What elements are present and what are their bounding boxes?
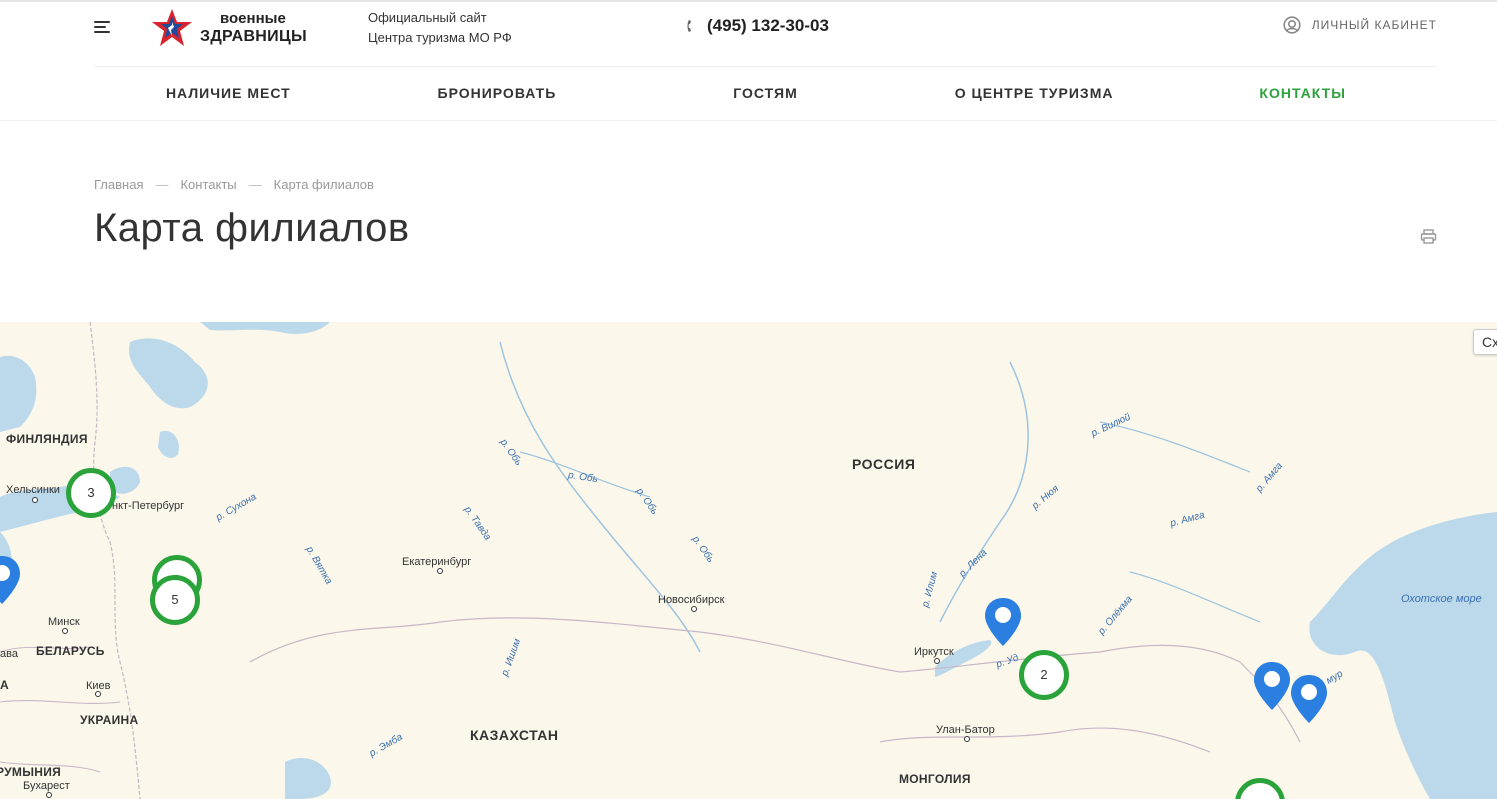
label-romania: РУМЫНИЯ bbox=[0, 765, 62, 779]
label-bucharest: Бухарест bbox=[23, 780, 70, 792]
nav-bottom-border bbox=[0, 120, 1497, 121]
map-cluster-marker[interactable]: 3 bbox=[66, 468, 116, 518]
phone-icon bbox=[687, 20, 691, 32]
city-dot-irkutsk bbox=[934, 658, 940, 664]
personal-account-link[interactable]: ЛИЧНЫЙ КАБИНЕТ bbox=[1283, 16, 1437, 34]
logo-line-2: ЗДРАВНИЦЫ bbox=[200, 28, 307, 45]
site-subtitle: Официальный сайт Центра туризма МО РФ bbox=[368, 8, 512, 48]
page-title: Карта филиалов bbox=[94, 206, 410, 250]
label-mongolia: МОНГОЛИЯ bbox=[899, 772, 971, 786]
nav-item-about[interactable]: О ЦЕНТРЕ ТУРИЗМА bbox=[900, 67, 1169, 120]
label-spb: нкт-Петербург bbox=[112, 500, 185, 512]
map-layer-scheme-button[interactable]: Сх bbox=[1473, 329, 1497, 355]
label-kiev: Киев bbox=[86, 680, 111, 692]
nav-item-booking[interactable]: БРОНИРОВАТЬ bbox=[363, 67, 632, 120]
city-dot-novosibirsk bbox=[691, 606, 697, 612]
subtitle-line-2: Центра туризма МО РФ bbox=[368, 30, 512, 45]
city-dot-helsinki bbox=[32, 497, 38, 503]
map-pin-icon[interactable] bbox=[983, 596, 1023, 648]
site-logo[interactable]: военные ЗДРАВНИЦЫ bbox=[150, 8, 307, 48]
city-dot-ulanbator bbox=[964, 736, 970, 742]
breadcrumb-home[interactable]: Главная bbox=[94, 177, 143, 192]
branches-map[interactable]: ФИНЛЯНДИЯ Хельсинки нкт-Петербург РОССИЯ… bbox=[0, 322, 1497, 799]
phone-number: (495) 132-30-03 bbox=[707, 16, 829, 35]
map-pin-icon[interactable] bbox=[0, 554, 22, 606]
breadcrumb-current: Карта филиалов bbox=[273, 177, 374, 192]
map-cluster-marker[interactable]: 5 bbox=[150, 575, 200, 625]
label-irkutsk: Иркутск bbox=[914, 646, 954, 658]
label-ekaterinburg: Екатеринбург bbox=[402, 556, 472, 568]
logo-line-1: военные bbox=[220, 10, 286, 27]
breadcrumb-separator: — bbox=[248, 177, 262, 192]
red-star-logo-icon bbox=[152, 9, 192, 46]
map-pin-icon[interactable] bbox=[1252, 660, 1292, 712]
label-novosibirsk: Новосибирск bbox=[658, 594, 725, 606]
logo-text: военные ЗДРАВНИЦЫ bbox=[200, 10, 307, 46]
personal-account-label: ЛИЧНЫЙ КАБИНЕТ bbox=[1311, 18, 1437, 32]
user-circle-icon bbox=[1283, 16, 1301, 34]
city-dot-minsk bbox=[62, 628, 68, 634]
map-cluster-marker[interactable]: 2 bbox=[1019, 650, 1069, 700]
breadcrumb-separator: — bbox=[155, 177, 169, 192]
label-helsinki: Хельсинки bbox=[6, 484, 60, 496]
label-kazakhstan: КАЗАХСТАН bbox=[470, 727, 559, 743]
header-phone[interactable]: (495) 132-30-03 bbox=[686, 16, 829, 36]
city-dot-ekaterinburg bbox=[437, 568, 443, 574]
label-ulanbator: Улан-Батор bbox=[936, 724, 995, 736]
subtitle-line-1: Официальный сайт bbox=[368, 10, 487, 25]
breadcrumb: Главная — Контакты — Карта филиалов bbox=[94, 177, 374, 192]
label-belarus: БЕЛАРУСЬ bbox=[36, 644, 105, 658]
site-header: военные ЗДРАВНИЦЫ Официальный сайт Центр… bbox=[0, 2, 1497, 66]
label-ava: ава bbox=[0, 648, 18, 660]
map-pin-icon[interactable] bbox=[1289, 673, 1329, 725]
map-background bbox=[0, 322, 1497, 799]
nav-item-availability[interactable]: НАЛИЧИЕ МЕСТ bbox=[94, 67, 363, 120]
nav-item-contacts[interactable]: КОНТАКТЫ bbox=[1168, 67, 1437, 120]
nav-item-guests[interactable]: ГОСТЯМ bbox=[631, 67, 900, 120]
main-nav: НАЛИЧИЕ МЕСТ БРОНИРОВАТЬ ГОСТЯМ О ЦЕНТРЕ… bbox=[94, 67, 1437, 120]
label-ukraine: УКРАИНА bbox=[80, 713, 139, 727]
hamburger-menu-icon[interactable] bbox=[94, 20, 112, 34]
label-finland: ФИНЛЯНДИЯ bbox=[6, 432, 88, 446]
breadcrumb-contacts[interactable]: Контакты bbox=[180, 177, 236, 192]
label-a: А bbox=[0, 678, 9, 692]
printer-icon[interactable] bbox=[1420, 228, 1437, 245]
label-minsk: Минск bbox=[48, 616, 80, 628]
label-okhotsk-sea: Охотское море bbox=[1401, 593, 1482, 605]
city-dot-bucharest bbox=[46, 792, 52, 798]
label-russia: РОССИЯ bbox=[852, 456, 916, 472]
